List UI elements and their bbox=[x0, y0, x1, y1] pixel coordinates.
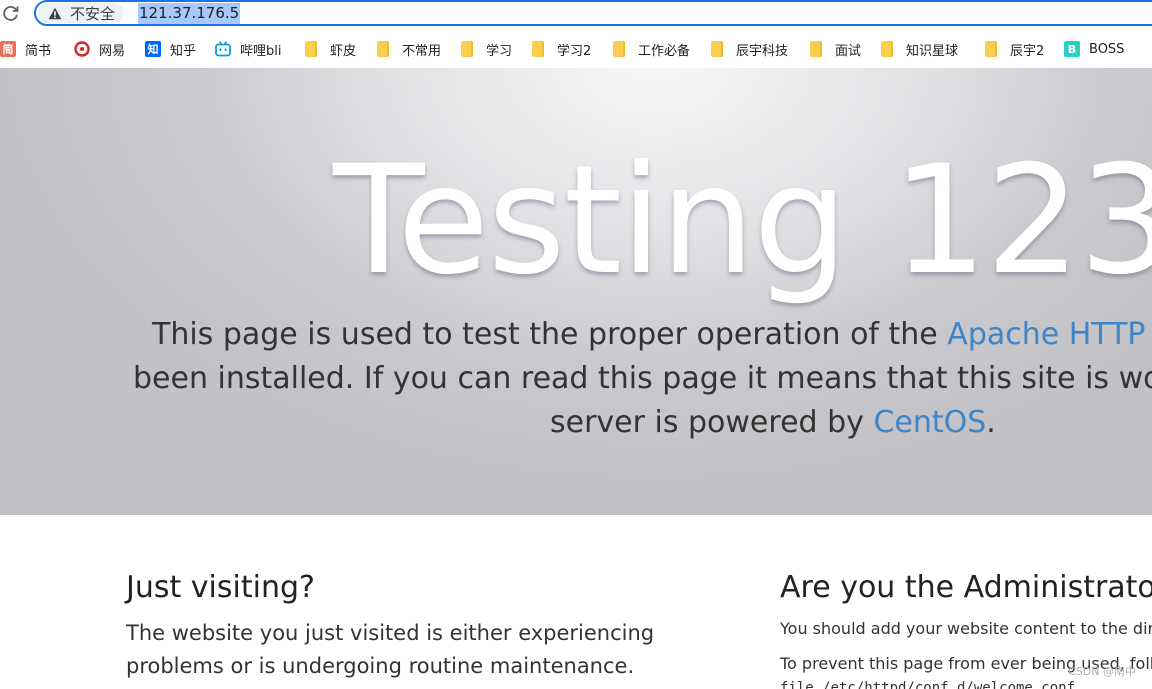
bookmark-item[interactable]: 知知乎 bbox=[145, 39, 196, 59]
apache-link[interactable]: Apache HTTP server bbox=[947, 317, 1152, 352]
bookmark-item[interactable]: 虾皮 bbox=[305, 39, 356, 59]
text-line: problems or is undergoing routine mainte… bbox=[126, 654, 635, 678]
folder-icon bbox=[810, 41, 822, 57]
boss-icon: B bbox=[1064, 41, 1080, 57]
lead-text: . bbox=[986, 405, 996, 440]
security-label: 不安全 bbox=[70, 4, 116, 23]
bookmark-label: 哔哩bli bbox=[240, 43, 282, 59]
folder-icon bbox=[881, 41, 893, 57]
watermark: CSDN @南中 bbox=[1068, 665, 1136, 678]
bookmark-item[interactable]: 哔哩bli bbox=[215, 39, 281, 59]
bookmark-label: 虾皮 bbox=[330, 43, 357, 59]
folder-icon bbox=[711, 41, 723, 57]
bookmarks-bar: 简简书 网易 知知乎 哔哩bli 虾皮 不常用 学习 学习2 工作必备 辰宇科技 面试 知识星球 辰宇2… bbox=[0, 33, 1152, 65]
lead-text: This page is used to test the proper ope… bbox=[152, 317, 948, 352]
bookmark-item[interactable]: 知识星球 bbox=[881, 39, 958, 59]
section-text: You should add your website content to t… bbox=[780, 619, 1152, 638]
hero-banner: Testing 123.. This page is used to test … bbox=[0, 68, 1152, 515]
folder-icon bbox=[985, 41, 997, 57]
omnibox[interactable]: 不安全 121.37.176.5 bbox=[34, 0, 1152, 26]
bookmark-label: BOSS bbox=[1089, 41, 1125, 57]
bookmark-item[interactable]: 不常用 bbox=[377, 39, 441, 59]
reload-icon[interactable] bbox=[0, 2, 22, 24]
folder-icon bbox=[532, 41, 544, 57]
bookmark-label: 工作必备 bbox=[638, 43, 691, 59]
folder-icon bbox=[613, 41, 625, 57]
security-chip[interactable]: 不安全 bbox=[38, 3, 125, 23]
bookmark-label: 知乎 bbox=[170, 43, 197, 59]
warning-icon bbox=[48, 7, 62, 19]
address-bar-row: 不安全 121.37.176.5 bbox=[0, 0, 1152, 30]
bookmark-item[interactable]: 工作必备 bbox=[613, 39, 690, 59]
bookmark-label: 不常用 bbox=[402, 43, 442, 59]
jianshu-icon: 简 bbox=[0, 41, 16, 57]
bookmark-label: 学习2 bbox=[557, 43, 592, 59]
just-visiting-section: Just visiting? The website you just visi… bbox=[126, 567, 726, 683]
text-line: The website you just visited is either e… bbox=[126, 621, 655, 645]
bookmark-item[interactable]: 辰宇2 bbox=[985, 39, 1044, 59]
folder-icon bbox=[377, 41, 389, 57]
bookmark-label: 知识星球 bbox=[906, 43, 959, 59]
folder-icon bbox=[305, 41, 317, 57]
bookmark-label: 辰宇2 bbox=[1010, 43, 1045, 59]
bookmark-item[interactable]: B BOSS bbox=[1064, 39, 1124, 59]
bookmark-label: 辰宇科技 bbox=[736, 43, 789, 59]
lead-text: server is powered by bbox=[550, 405, 874, 440]
hero-lead-line-1: This page is used to test the proper ope… bbox=[152, 313, 1152, 357]
url-text[interactable]: 121.37.176.5 bbox=[138, 3, 241, 24]
bookmark-label: 简书 bbox=[25, 43, 52, 59]
bookmark-item[interactable]: 辰宇科技 bbox=[711, 39, 788, 59]
centos-link[interactable]: CentOS bbox=[873, 405, 986, 440]
bilibili-icon bbox=[215, 41, 231, 57]
folder-icon bbox=[461, 41, 473, 57]
bookmark-item[interactable]: 学习2 bbox=[532, 39, 591, 59]
bookmark-item[interactable]: 简简书 bbox=[0, 39, 51, 59]
bookmark-label: 网易 bbox=[99, 43, 126, 59]
bookmark-label: 面试 bbox=[835, 43, 862, 59]
section-title: Are you the Administrator? bbox=[780, 570, 1152, 605]
bookmark-item[interactable]: 学习 bbox=[461, 39, 512, 59]
section-title: Just visiting? bbox=[126, 570, 315, 605]
zhihu-icon: 知 bbox=[145, 41, 161, 57]
page-title: Testing 123.. bbox=[333, 134, 1152, 308]
hero-lead-line-3: server is powered by CentOS. bbox=[550, 401, 996, 445]
section-text: The website you just visited is either e… bbox=[126, 617, 726, 683]
browser-window: 不安全 121.37.176.5 简简书 网易 知知乎 哔哩bli 虾皮 不常用 学习 学习2… bbox=[0, 0, 1152, 689]
hero-lead-line-2: been installed. If you can read this pag… bbox=[133, 361, 1152, 396]
bookmark-item[interactable]: 面试 bbox=[810, 39, 861, 59]
bookmark-label: 学习 bbox=[486, 43, 513, 59]
bookmark-item[interactable]: 网易 bbox=[74, 39, 125, 59]
netease-icon bbox=[74, 41, 90, 57]
